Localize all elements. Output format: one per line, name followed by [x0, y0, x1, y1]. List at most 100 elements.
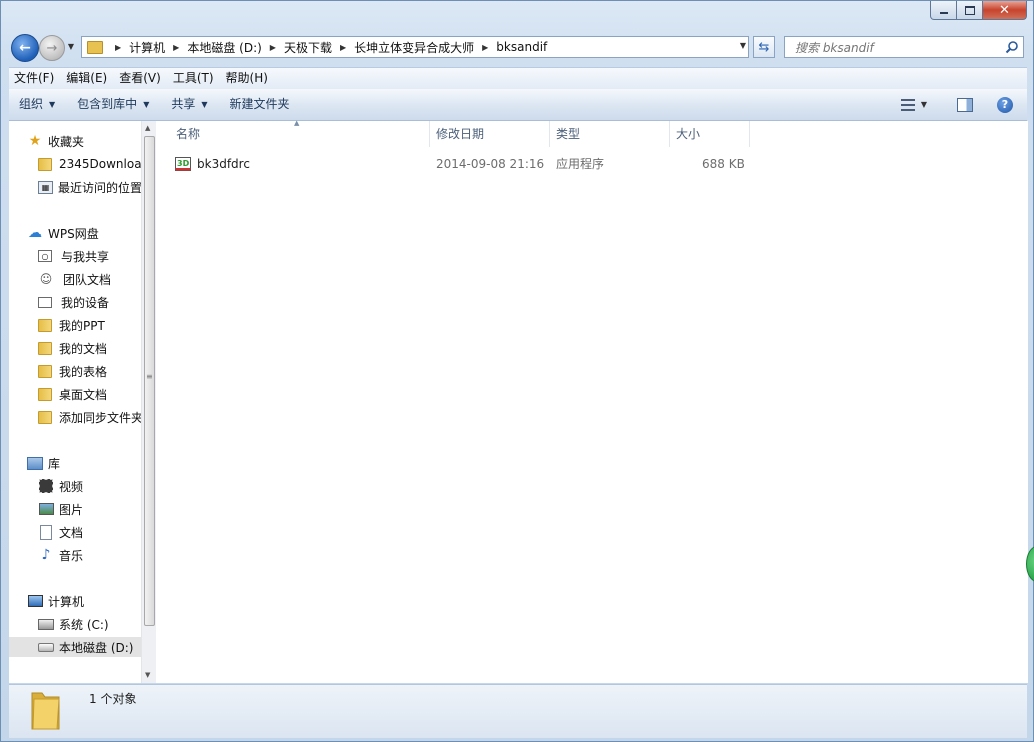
column-header-size[interactable]: 大小 [670, 121, 750, 147]
chevron-right-icon[interactable]: ▶ [115, 43, 121, 52]
navigation-row: ← → ▼ ▶ 计算机 ▶ 本地磁盘 (D:) ▶ 天极下载 ▶ 长坤立体变异合成大师… [9, 33, 1029, 62]
chevron-right-icon[interactable]: ▶ [340, 43, 346, 52]
nav-local-disk-d-label: 本地磁盘 (D:) [59, 640, 134, 655]
menu-tools[interactable]: 工具(T) [168, 68, 219, 89]
nav-videos[interactable]: 视频 [38, 476, 83, 496]
nav-libraries[interactable]: 库 [27, 453, 60, 473]
chevron-right-icon[interactable]: ▶ [173, 43, 179, 52]
nav-add-sync-folder[interactable]: 添加同步文件夹 [38, 407, 143, 427]
nav-videos-label: 视频 [59, 479, 84, 494]
view-dropdown-icon[interactable]: ▼ [921, 100, 927, 109]
svg-text:3D: 3D [177, 159, 190, 168]
help-icon[interactable]: ? [997, 96, 1013, 113]
nav-system-c[interactable]: 系统 (C:) [38, 614, 109, 634]
nav-my-devices[interactable]: 我的设备 [38, 292, 109, 312]
nav-documents-label: 文档 [59, 525, 84, 540]
device-icon [38, 296, 52, 308]
nav-my-sheets[interactable]: 我的表格 [38, 361, 107, 381]
recent-pages-dropdown[interactable]: ▼ [66, 41, 76, 53]
breadcrumb-tianji-download[interactable]: 天极下载 [284, 39, 332, 56]
organize-button[interactable]: 组织 ▼ [9, 89, 67, 120]
scroll-up-icon[interactable]: ▲ [145, 124, 150, 132]
menu-edit[interactable]: 编辑(E) [61, 68, 112, 89]
nav-pictures[interactable]: 图片 [38, 499, 83, 519]
address-dropdown-icon[interactable]: ▼ [740, 41, 746, 50]
nav-system-c-label: 系统 (C:) [59, 617, 109, 632]
music-icon: ♪ [41, 547, 51, 563]
nav-desktop-docs[interactable]: 桌面文档 [38, 384, 107, 404]
breadcrumb-app-folder[interactable]: 长坤立体变异合成大师 [354, 39, 474, 56]
nav-favorites[interactable]: ★ 收藏夹 [27, 131, 84, 151]
nav-wps-drive[interactable]: ☁ WPS网盘 [27, 223, 99, 243]
menu-file[interactable]: 文件(F) [9, 68, 59, 89]
chevron-right-icon[interactable]: ▶ [270, 43, 276, 52]
refresh-icon: ⇆ [758, 39, 770, 55]
include-in-library-label: 包含到库中 [77, 97, 138, 111]
nav-music-label: 音乐 [59, 548, 84, 563]
nav-my-documents[interactable]: 我的文档 [38, 338, 107, 358]
team-icon: ☺ [39, 272, 53, 286]
address-bar[interactable]: ▶ 计算机 ▶ 本地磁盘 (D:) ▶ 天极下载 ▶ 长坤立体变异合成大师 ▶ bksa… [81, 36, 749, 58]
forward-button[interactable]: → [39, 35, 65, 61]
refresh-button[interactable]: ⇆ [753, 36, 775, 58]
search-box[interactable] [784, 36, 1024, 58]
organize-label: 组织 [19, 97, 44, 111]
file-size: 688 KB [702, 157, 745, 171]
breadcrumb-local-disk-d[interactable]: 本地磁盘 (D:) [187, 39, 261, 56]
file-name: bk3dfdrc [197, 157, 250, 171]
nav-2345downloads[interactable]: 2345Downloads [38, 154, 154, 174]
recent-places-icon: ▦ [38, 180, 53, 194]
nav-favorites-label: 收藏夹 [48, 134, 85, 149]
nav-shared-with-me-label: 与我共享 [61, 249, 110, 264]
view-mode-icon[interactable] [900, 98, 915, 111]
include-in-library-button[interactable]: 包含到库中 ▼ [67, 89, 161, 120]
nav-computer[interactable]: 计算机 [27, 591, 84, 611]
navigation-scrollbar[interactable]: ▲ ≡ ▼ [141, 121, 156, 683]
cloud-icon: ☁ [28, 225, 42, 241]
command-bar: 组织 ▼ 包含到库中 ▼ 共享 ▼ 新建文件夹 ▼ ? [9, 89, 1027, 121]
breadcrumb-bksandif[interactable]: bksandif [496, 40, 547, 54]
folder-icon [38, 157, 52, 171]
menu-help[interactable]: 帮助(H) [221, 68, 273, 89]
column-header-name[interactable]: 名称 [170, 121, 430, 147]
chevron-down-icon: ▼ [201, 100, 208, 109]
column-header-type[interactable]: 类型 [550, 121, 670, 147]
preview-pane-icon[interactable] [957, 97, 973, 112]
search-input[interactable] [793, 38, 997, 58]
share-button[interactable]: 共享 ▼ [161, 89, 219, 120]
nav-local-disk-d[interactable]: 本地磁盘 (D:) [9, 637, 141, 657]
maximize-icon [964, 5, 975, 15]
nav-music[interactable]: ♪ 音乐 [38, 545, 83, 565]
view-controls: ▼ ? [900, 89, 1027, 120]
scroll-down-icon[interactable]: ▼ [145, 671, 150, 679]
new-folder-button[interactable]: 新建文件夹 [220, 89, 302, 120]
forward-arrow-icon: → [46, 40, 58, 56]
search-icon[interactable] [1005, 40, 1019, 54]
chevron-right-icon[interactable]: ▶ [482, 43, 488, 52]
nav-my-ppt[interactable]: 我的PPT [38, 315, 105, 335]
maximize-button[interactable] [957, 1, 983, 20]
library-icon [27, 456, 43, 470]
column-header-modified[interactable]: 修改日期 [430, 121, 550, 147]
nav-documents[interactable]: 文档 [38, 522, 83, 542]
menu-view[interactable]: 查看(V) [114, 68, 166, 89]
document-icon [38, 524, 54, 540]
nav-my-ppt-label: 我的PPT [59, 318, 105, 333]
file-row[interactable]: 3D bk3dfdrc 2014-09-08 21:16 应用程序 688 KB [170, 154, 750, 174]
minimize-button[interactable] [930, 1, 957, 20]
nav-team-docs[interactable]: ☺ 团队文档 [38, 269, 111, 289]
nav-shared-with-me[interactable]: ○ 与我共享 [38, 246, 109, 266]
nav-my-sheets-label: 我的表格 [59, 364, 108, 379]
scrollbar-thumb[interactable] [144, 136, 155, 626]
close-button[interactable]: ✕ [983, 1, 1027, 20]
folder-icon [87, 40, 103, 54]
folder-icon [38, 318, 52, 332]
menu-bar: 文件(F) 编辑(E) 查看(V) 工具(T) 帮助(H) [9, 67, 1027, 89]
breadcrumb-computer[interactable]: 计算机 [129, 39, 165, 56]
navigation-pane: ★ 收藏夹 2345Downloads ▦ 最近访问的位置 ☁ WPS网盘 ○ 与我共享… [9, 121, 155, 683]
nav-recent-places-label: 最近访问的位置 [58, 180, 143, 195]
picture-icon [38, 502, 54, 516]
nav-computer-label: 计算机 [48, 594, 85, 609]
back-button[interactable]: ← [11, 34, 39, 62]
nav-recent-places[interactable]: ▦ 最近访问的位置 [38, 177, 142, 197]
